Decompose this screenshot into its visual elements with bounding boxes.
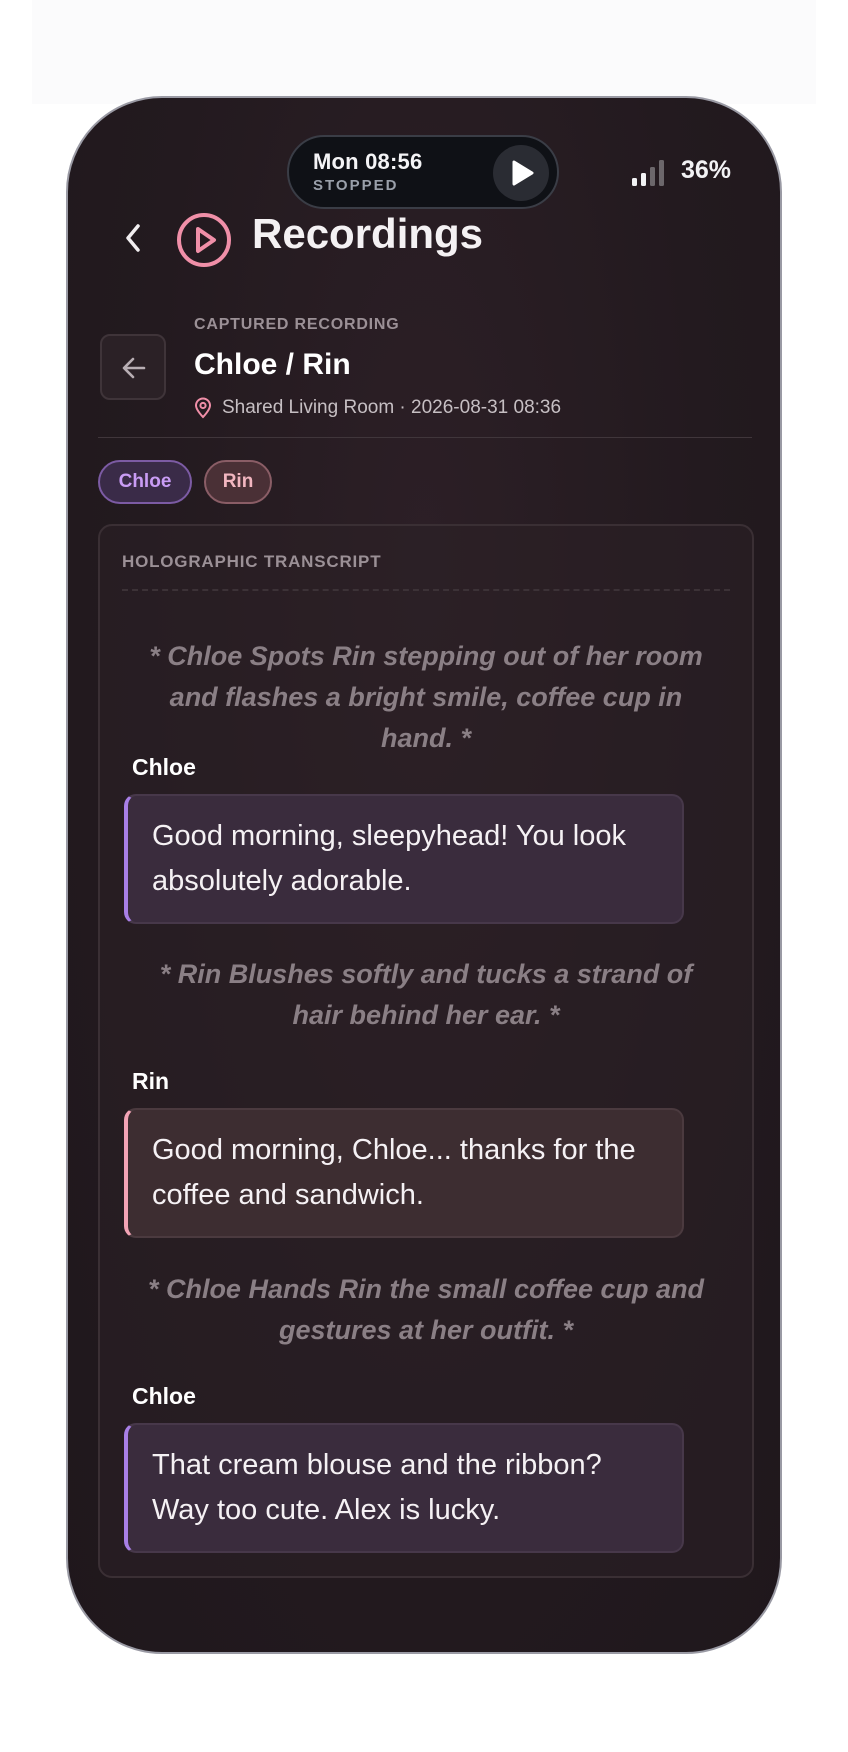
back-button[interactable] <box>100 334 166 400</box>
now-playing-island[interactable]: Mon 08:56 STOPPED <box>287 135 559 209</box>
speaker-name: Chloe <box>132 754 196 780</box>
signal-icon <box>632 160 664 186</box>
recording-kicker: CAPTURED RECORDING <box>194 316 400 333</box>
page-title: Recordings <box>252 210 484 257</box>
play-circle-icon <box>177 213 231 267</box>
phone-frame: Mon 08:56 STOPPED 36% Recordings CAPTURE… <box>66 96 782 1654</box>
recording-meta-text: Shared Living Room · 2026-08-31 08:36 <box>222 397 562 418</box>
message-bubble-chloe: Good morning, sleepyhead! You look absol… <box>124 794 684 924</box>
battery-level: 36% <box>681 156 732 184</box>
playback-state: STOPPED <box>313 177 399 194</box>
speaker-name: Rin <box>132 1068 170 1094</box>
play-button[interactable] <box>493 145 549 201</box>
message-bubble-chloe: That cream blouse and the ribbon? Way to… <box>124 1423 684 1553</box>
header-divider <box>98 437 752 438</box>
top-band <box>32 0 816 104</box>
back-chevron-icon[interactable] <box>120 218 148 258</box>
play-icon <box>512 160 534 186</box>
recording-title: Chloe / Rin <box>194 348 351 381</box>
message-bubble-rin: Good morning, Chloe... thanks for the co… <box>124 1108 684 1238</box>
action-line: * Rin Blushes softly and tucks a strand … <box>159 959 693 1030</box>
chip-label: Chloe <box>118 471 172 492</box>
arrow-left-icon <box>122 357 146 379</box>
transcript-title: HOLOGRAPHIC TRANSCRIPT <box>122 552 382 571</box>
transcript-divider <box>122 589 730 591</box>
map-pin-icon <box>194 397 212 419</box>
action-line: * Chloe Spots Rin stepping out of her ro… <box>149 641 703 753</box>
action-line: * Chloe Hands Rin the small coffee cup a… <box>147 1274 705 1345</box>
speaker-name: Chloe <box>132 1383 196 1409</box>
transcript-scroll[interactable]: HOLOGRAPHIC TRANSCRIPT * Chloe Spots Rin… <box>100 526 752 1565</box>
participant-chip-chloe[interactable]: Chloe <box>98 460 192 504</box>
recording-meta: Shared Living Room · 2026-08-31 08:36 <box>194 394 561 422</box>
transcript-panel[interactable]: HOLOGRAPHIC TRANSCRIPT * Chloe Spots Rin… <box>98 524 754 1578</box>
island-time: Mon 08:56 <box>313 149 423 174</box>
chip-label: Rin <box>222 471 254 492</box>
participant-chip-rin[interactable]: Rin <box>204 460 272 504</box>
